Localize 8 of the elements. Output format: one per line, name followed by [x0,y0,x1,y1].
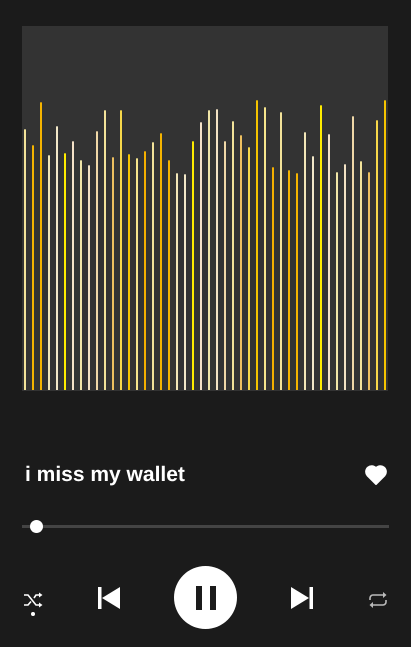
previous-icon[interactable] [97,586,121,610]
repeat-icon[interactable] [367,590,389,608]
pause-icon [196,586,216,610]
song-title: i miss my wallet [25,463,185,487]
shuffle-icon[interactable] [23,592,43,608]
heart-icon[interactable] [365,465,387,485]
progress-thumb[interactable] [30,520,44,533]
next-icon[interactable] [290,586,314,610]
